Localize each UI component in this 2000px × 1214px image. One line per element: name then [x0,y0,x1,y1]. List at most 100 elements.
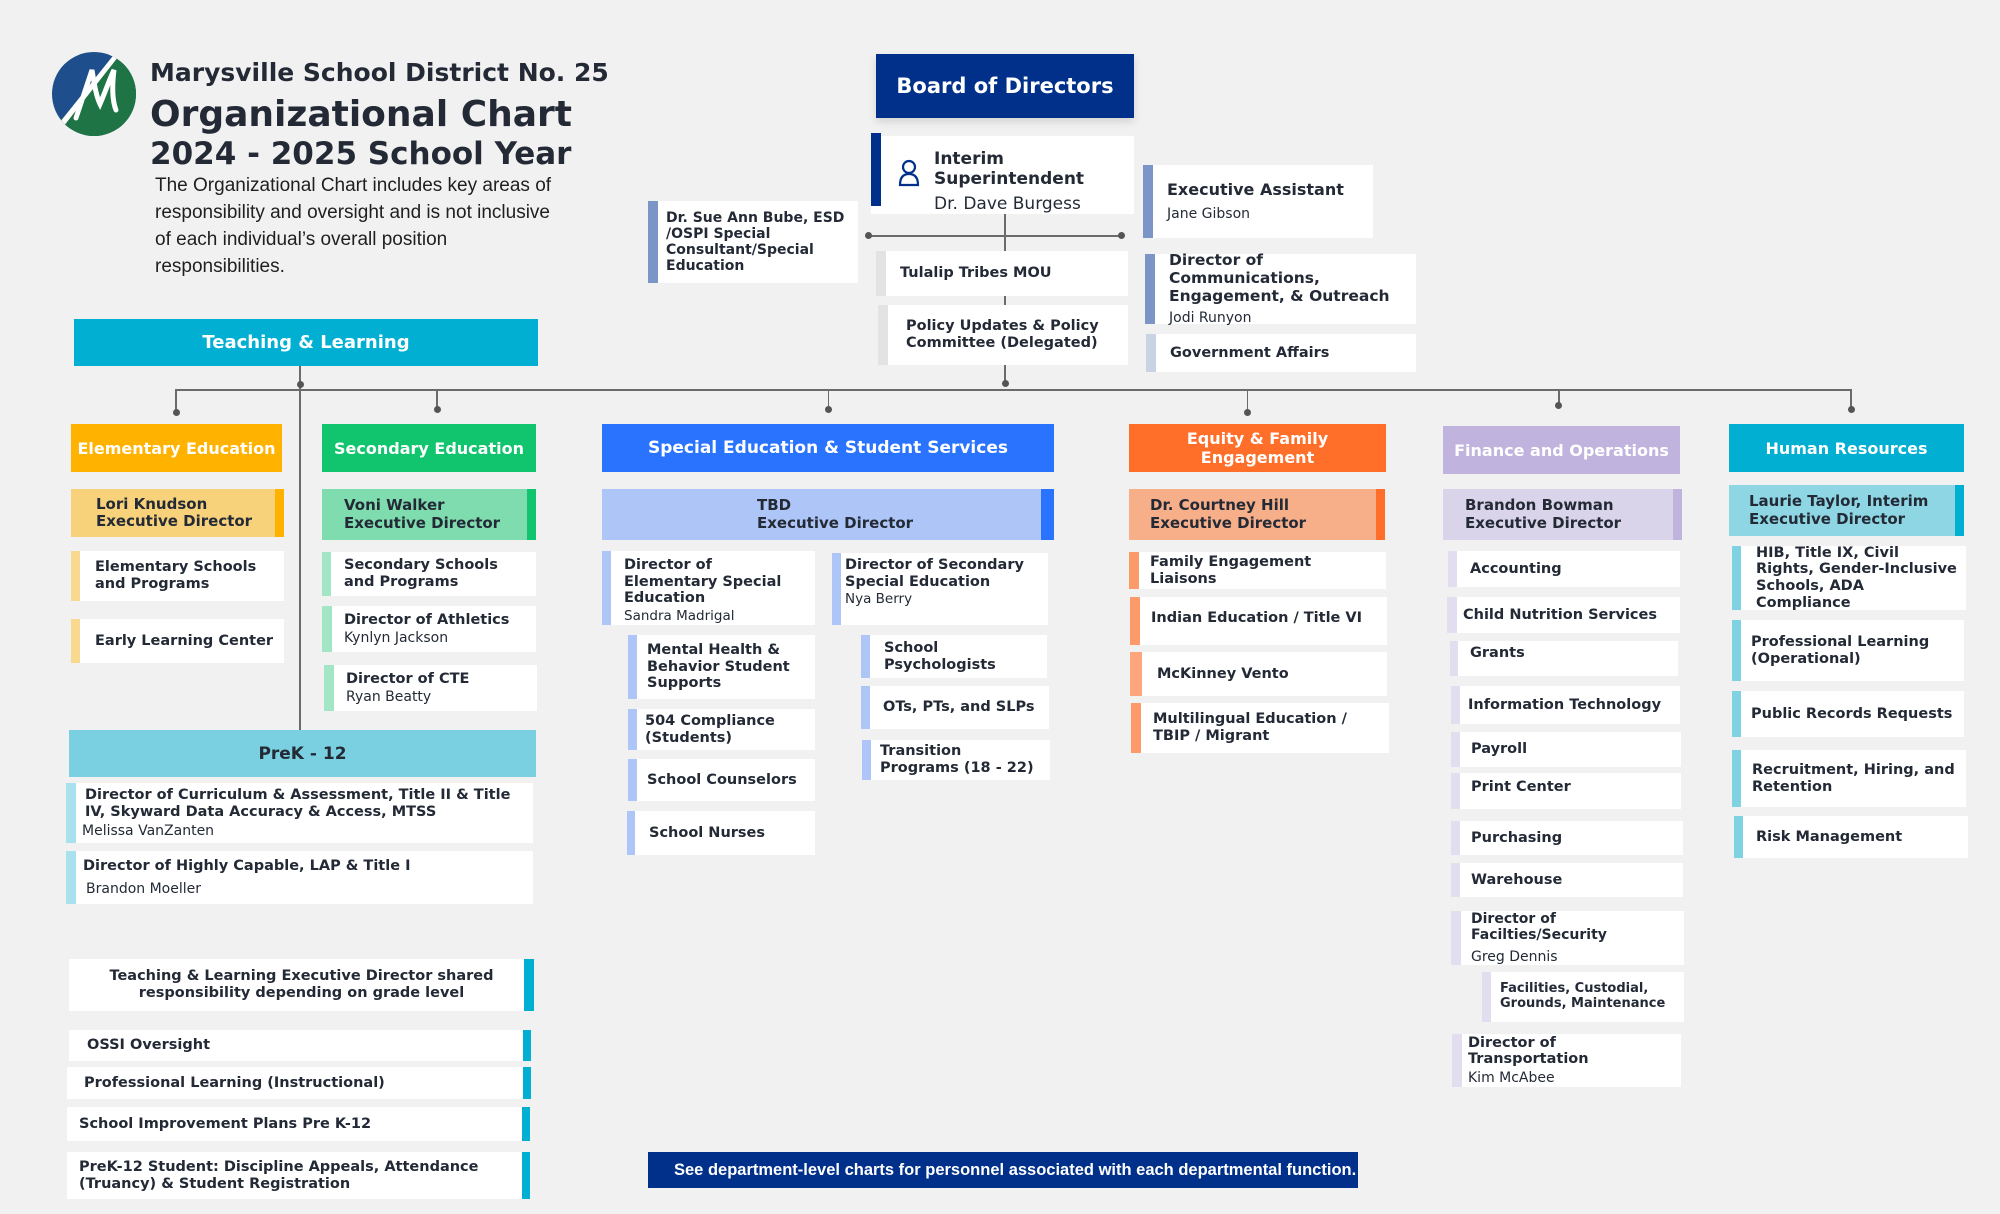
list-item[interactable]: Transition Programs (18 - 22) [862,740,1050,780]
item-title: Facilities, Custodial, Grounds, Maintena… [1500,981,1666,1011]
accent-bar [527,489,536,540]
org-name: Marysville School District No. 25 [150,58,609,87]
exec-name: TBD [757,496,792,515]
list-item[interactable]: Elementary Schools and Programs [71,551,284,601]
exec-assistant-card[interactable]: Executive Assistant Jane Gibson [1143,165,1373,238]
page-title: Organizational Chart [150,94,573,135]
accent-bar [1130,652,1142,696]
accent-bar [1451,732,1460,767]
list-item[interactable]: Child Nutrition Services [1447,597,1680,633]
list-item[interactable]: School Psychologists [861,635,1047,678]
accent-bar [1955,485,1964,536]
accent-bar [522,1107,530,1141]
list-item[interactable]: Mental Health & Behavior Student Support… [628,635,815,699]
elementary-exec-card[interactable]: Lori Knudson Executive Director [71,489,284,537]
item-name: Greg Dennis [1471,949,1558,966]
item-title: OTs, PTs, and SLPs [883,699,1035,716]
item-title: Early Learning Center [95,632,274,649]
finance-header[interactable]: Finance and Operations [1443,426,1680,474]
elementary-education-header[interactable]: Elementary Education [71,424,282,472]
accent-bar [1452,1034,1462,1087]
list-item[interactable]: School Improvement Plans Pre K-12 [67,1107,530,1141]
director-name: Nya Berry [845,591,913,608]
equity-header[interactable]: Equity & Family Engagement [1129,424,1386,472]
special-ed-header[interactable]: Special Education & Student Services [602,424,1054,472]
accent-bar [1482,972,1491,1022]
connector [868,235,1122,237]
list-item[interactable]: Grants [1450,641,1678,676]
policy-text: Policy Updates & Policy Committee (Deleg… [906,318,1099,351]
list-item[interactable]: PreK-12 Student: Discipline Appeals, Att… [67,1152,530,1199]
accent-bar [602,551,611,625]
list-item[interactable]: Accounting [1448,551,1680,587]
prek12-header[interactable]: PreK - 12 [69,730,536,777]
item-title: Mental Health & Behavior Student Support… [647,641,790,692]
item-name: Kim McAbee [1468,1070,1555,1087]
gov-affairs-card[interactable]: Government Affairs [1146,334,1416,372]
list-item[interactable]: 504 Compliance (Students) [628,709,815,750]
list-item[interactable]: Director of Curriculum & Assessment, Tit… [66,783,533,843]
secondary-exec-card[interactable]: Voni Walker Executive Director [322,489,536,540]
policy-card[interactable]: Policy Updates & Policy Committee (Deleg… [878,305,1128,365]
board-of-directors[interactable]: Board of Directors [876,54,1134,118]
finance-exec-card[interactable]: Brandon Bowman Executive Director [1443,489,1682,540]
list-item[interactable]: Director of Athletics Kynlyn Jackson [322,606,536,652]
exec-role: Executive Director [1749,509,1906,528]
item-title: Director of Facilties/Security [1471,910,1607,944]
communications-title: Director of Communications, Engagement, … [1169,251,1390,305]
communications-name: Jodi Runyon [1169,309,1252,326]
accent-bar [71,551,80,601]
exec-assistant-title: Executive Assistant [1167,180,1344,200]
list-item[interactable]: School Counselors [628,759,815,801]
special-ed-exec-card[interactable]: TBD Executive Director [602,489,1054,540]
item-title: Professional Learning (Instructional) [84,1074,385,1091]
item-title: 504 Compliance (Students) [645,712,775,746]
list-item[interactable]: Professional Learning (Operational) [1732,620,1964,681]
elem-sped-director-card[interactable]: Director of Elementary Special Education… [602,551,815,625]
list-item[interactable]: Professional Learning (Instructional) [67,1067,531,1099]
list-item[interactable]: Risk Management [1734,816,1968,858]
list-item[interactable]: Secondary Schools and Programs [322,552,536,596]
consultant-card[interactable]: Dr. Sue Ann Bube, ESD /OSPI Special Cons… [648,201,858,283]
list-item[interactable]: Early Learning Center [71,619,284,663]
list-item[interactable]: OTs, PTs, and SLPs [861,686,1049,729]
exec-name: Brandon Bowman [1465,496,1614,515]
item-title: Indian Education / Title VI [1151,610,1363,626]
shared-note: Teaching & Learning Executive Director s… [69,959,534,1011]
list-item[interactable]: Payroll [1451,732,1681,767]
hr-exec-card[interactable]: Laurie Taylor, Interim Executive Director [1729,485,1964,536]
list-item[interactable]: Purchasing [1451,821,1683,855]
list-item[interactable]: OSSI Oversight [69,1030,531,1061]
accent-bar [523,1030,531,1061]
list-item[interactable]: Information Technology [1451,686,1680,724]
hr-header[interactable]: Human Resources [1729,424,1964,472]
list-item[interactable]: Public Records Requests [1732,691,1964,737]
list-item[interactable]: Director of Highly Capable, LAP & Title … [66,851,533,904]
item-title: Payroll [1471,741,1528,758]
list-item[interactable]: Facilities, Custodial, Grounds, Maintena… [1482,972,1684,1022]
tulalip-card[interactable]: Tulalip Tribes MOU [876,251,1128,296]
list-item[interactable]: Recruitment, Hiring, and Retention [1732,750,1966,807]
list-item[interactable]: Family Engagement Liaisons [1129,552,1386,589]
facilities-director-card[interactable]: Director of Facilties/Security Greg Denni… [1451,911,1684,965]
accent-bar [1447,597,1457,633]
list-item[interactable]: Indian Education / Title VI [1130,597,1387,645]
teaching-learning-header[interactable]: Teaching & Learning [74,319,538,366]
list-item[interactable]: McKinney Vento [1130,652,1387,696]
list-item[interactable]: School Nurses [627,811,815,855]
shared-note-text: Teaching & Learning Executive Director s… [109,968,494,1001]
list-item[interactable]: HIB, Title IX, Civil Rights, Gender-Incl… [1732,545,1966,611]
list-item[interactable]: Warehouse [1451,863,1683,897]
item-title: Recruitment, Hiring, and Retention [1752,761,1955,795]
list-item[interactable]: Print Center [1451,773,1681,809]
secondary-education-header[interactable]: Secondary Education [322,424,536,472]
list-item[interactable]: Director of CTE Ryan Beatty [324,665,537,711]
superintendent-card[interactable]: Interim Superintendent Dr. Dave Burgess [871,133,1134,214]
accent-bar [861,686,870,729]
equity-exec-card[interactable]: Dr. Courtney Hill Executive Director [1129,489,1385,540]
list-item[interactable]: Multilingual Education / TBIP / Migrant [1131,703,1389,753]
sec-sped-director-card[interactable]: Director of Secondary Special Education N… [832,553,1048,625]
transportation-director-card[interactable]: Director of Transportation Kim McAbee [1452,1034,1681,1087]
accent-bar [1145,254,1155,324]
communications-card[interactable]: Director of Communications, Engagement, … [1145,251,1416,326]
